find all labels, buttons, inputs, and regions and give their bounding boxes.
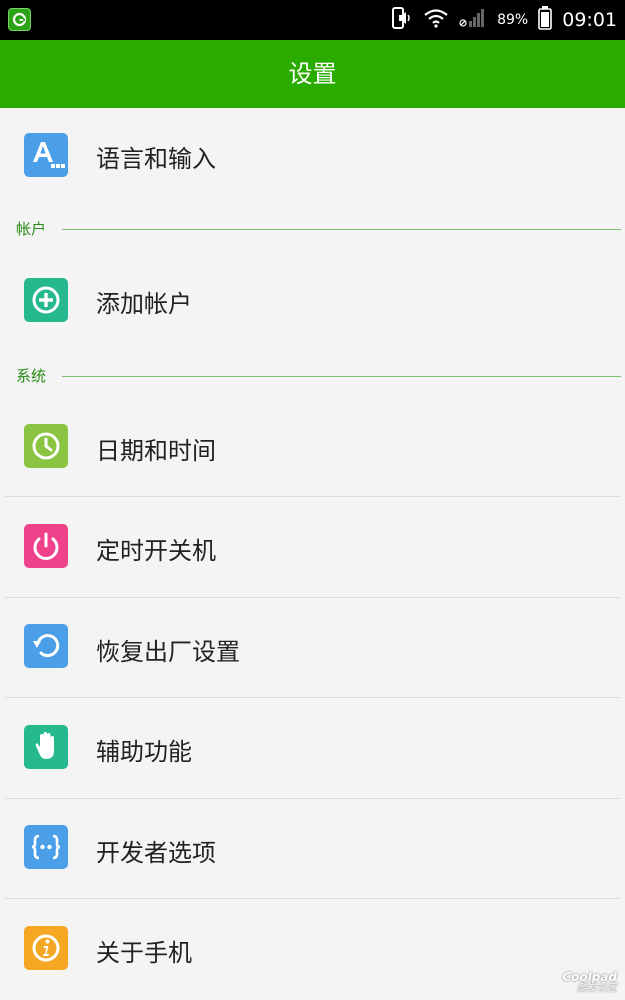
section-label: 帐户	[16, 220, 47, 238]
watermark: Coolpad 酷友社区	[562, 971, 617, 994]
status-bar: 89% 09:01	[0, 0, 625, 40]
section-label: 系统	[16, 367, 47, 385]
battery-icon	[538, 6, 553, 34]
battery-percent: 89%	[497, 12, 529, 28]
info-icon	[24, 926, 68, 970]
title-bar: 设置	[0, 40, 625, 108]
settings-item-about[interactable]: 关于手机	[0, 899, 625, 1000]
settings-item-label: 关于手机	[96, 939, 192, 967]
settings-list: 语言和输入 帐户 添加帐户 系统 日期和时间 定时开关机 恢复出厂设置 辅助功能…	[0, 108, 625, 1000]
watermark-brand: Coolpad	[562, 969, 617, 984]
restore-icon	[24, 624, 68, 668]
app-notification-icon	[8, 8, 31, 31]
braces-icon	[24, 825, 68, 869]
settings-item-label: 定时开关机	[96, 537, 216, 565]
power-icon	[24, 524, 68, 568]
clock-time: 09:01	[562, 9, 617, 31]
settings-item-language[interactable]: 语言和输入	[0, 108, 625, 202]
settings-item-label: 语言和输入	[96, 145, 216, 173]
settings-item-developer[interactable]: 开发者选项	[0, 799, 625, 899]
settings-item-accessibility[interactable]: 辅助功能	[0, 698, 625, 798]
section-header-account: 帐户	[0, 218, 625, 240]
hand-icon	[24, 725, 68, 769]
add-circle-icon	[24, 278, 68, 322]
settings-item-factory-reset[interactable]: 恢复出厂设置	[0, 598, 625, 698]
settings-item-power-schedule[interactable]: 定时开关机	[0, 497, 625, 597]
no-sim-signal-icon	[459, 7, 487, 33]
section-divider	[62, 229, 621, 230]
settings-item-label: 日期和时间	[96, 437, 216, 465]
settings-item-label: 开发者选项	[96, 839, 216, 867]
settings-item-add-account[interactable]: 添加帐户	[0, 253, 625, 347]
settings-item-label: 添加帐户	[96, 290, 192, 318]
watermark-community: 酷友社区	[577, 982, 617, 994]
phone-sound-icon	[391, 6, 413, 34]
settings-item-label: 辅助功能	[96, 738, 192, 766]
settings-item-label: 恢复出厂设置	[96, 638, 240, 666]
page-title: 设置	[288, 60, 337, 88]
clock-icon	[24, 424, 68, 468]
settings-item-date-time[interactable]: 日期和时间	[0, 398, 625, 496]
language-icon	[24, 133, 68, 177]
wifi-icon	[423, 8, 449, 32]
section-header-system: 系统	[0, 365, 625, 387]
section-divider	[62, 376, 621, 377]
